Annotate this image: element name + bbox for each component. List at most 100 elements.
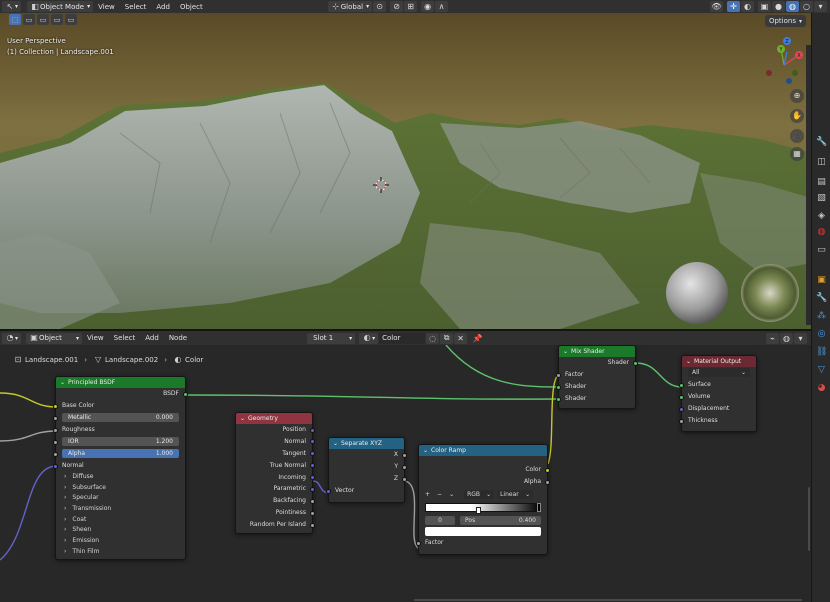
panel-subsurface[interactable]: › Subsurface [56, 483, 185, 494]
bsdf-output-socket[interactable] [183, 391, 188, 397]
target-dropdown[interactable]: All ⌄ [682, 367, 756, 379]
x-socket[interactable] [402, 452, 407, 458]
menu-add[interactable]: Add [140, 334, 164, 342]
particles-tab-icon[interactable]: ⁂ [816, 311, 827, 322]
remove-stop-icon[interactable]: − [437, 491, 442, 498]
color-ramp-gradient[interactable] [425, 501, 541, 514]
vertical-scrollbar[interactable] [808, 487, 810, 551]
menu-add[interactable]: Add [151, 3, 175, 11]
shading-solid-button[interactable]: ● [772, 1, 785, 12]
stop-index-field[interactable]: 0 [425, 515, 455, 525]
surface-socket[interactable] [679, 382, 684, 388]
orientation-dropdown[interactable]: ⊹ Global ▾ [327, 1, 373, 12]
gizmo-neg-z-icon[interactable] [786, 78, 792, 84]
metallic-field[interactable]: Metallic 0.000 [62, 413, 179, 422]
menu-select[interactable]: Select [109, 334, 141, 342]
material-output-node[interactable]: ⌄ Material Output All ⌄ Surface Volume D… [679, 355, 757, 432]
alpha-socket[interactable] [53, 451, 58, 457]
navigation-gizmo[interactable]: X Y Z [759, 35, 809, 93]
displacement-socket[interactable] [679, 406, 684, 412]
geometry-node[interactable]: ⌄ Geometry Position Normal Tangent True … [235, 412, 315, 534]
constraints-tab-icon[interactable]: ⛓ [816, 347, 827, 358]
menu-object[interactable]: Object [175, 3, 208, 11]
material-name-field[interactable]: Color [379, 332, 426, 344]
pan-hand-icon[interactable]: ✋ [790, 109, 804, 123]
panel-diffuse[interactable]: › Diffuse [56, 472, 185, 483]
ramp-stop-handle[interactable] [476, 507, 482, 514]
select-invert-icon[interactable]: ▭ [51, 14, 63, 25]
separate-xyz-node[interactable]: ⌄ Separate XYZ X Y Z Vector [326, 437, 407, 503]
3d-viewport[interactable]: ⬚ ▭ ▭ ▭ ▭ User Perspective (1) Collectio… [0, 13, 811, 329]
vector-socket[interactable] [326, 488, 331, 494]
modifier-tab-icon[interactable]: 🔧 [816, 293, 827, 304]
ortho-grid-icon[interactable]: ▦ [790, 147, 804, 161]
horizontal-scrollbar[interactable] [414, 599, 802, 601]
fake-user-icon[interactable]: ◌ [426, 332, 440, 344]
menu-view[interactable]: View [93, 3, 120, 11]
snap-toggle[interactable]: ⊘ [390, 1, 404, 12]
stop-pos-field[interactable]: Pos 0.400 [460, 515, 541, 525]
menu-select[interactable]: Select [120, 3, 152, 11]
position-socket[interactable] [310, 427, 315, 433]
panel-transmission[interactable]: › Transmission [56, 504, 185, 515]
shading-options-button[interactable]: ▾ [814, 1, 827, 12]
panel-specular[interactable]: › Specular [56, 493, 185, 504]
node-header[interactable]: ⌄ Geometry [236, 413, 312, 424]
select-intersect-icon[interactable]: ▭ [65, 14, 77, 25]
ior-socket[interactable] [53, 439, 58, 445]
base-color-socket[interactable] [53, 403, 58, 409]
z-socket[interactable] [402, 476, 407, 482]
zoom-icon[interactable]: ⊕ [790, 89, 804, 103]
metallic-socket[interactable] [53, 415, 58, 421]
render-tab-icon[interactable]: ◫ [816, 157, 827, 168]
node-header[interactable]: ⌄ Color Ramp [419, 445, 547, 456]
ramp-stop-handle[interactable] [537, 503, 541, 512]
shader-a-socket[interactable] [556, 384, 561, 390]
overlay-node-icon[interactable]: ◍ [780, 332, 793, 344]
options-button[interactable]: Options ▾ [764, 15, 806, 27]
world-tab-icon[interactable]: ◍ [816, 227, 827, 238]
random-per-island-socket[interactable] [310, 522, 315, 528]
color-output-socket[interactable] [545, 467, 550, 473]
snap-target-button[interactable]: ⊞ [404, 1, 418, 12]
tool-tab-icon[interactable]: 🔧 [816, 137, 827, 148]
mix-shader-node[interactable]: ⌄ Mix Shader Shader Factor Shader Shader [556, 345, 638, 409]
material-tab-icon[interactable]: ◕ [816, 383, 827, 394]
editor-type-button[interactable]: ◔ ▾ [2, 332, 22, 344]
editor-type-button[interactable]: ↖ ▾ [2, 1, 22, 12]
shader-b-socket[interactable] [556, 396, 561, 402]
camera-view-icon[interactable]: 🎥 [790, 129, 804, 143]
menu-view[interactable]: View [82, 334, 109, 342]
color-ramp-node[interactable]: ⌄ Color Ramp Color Alpha + − ⌄ RGB ⌄ Lin… [416, 444, 550, 555]
unlink-material-icon[interactable]: ✕ [454, 332, 468, 344]
output-tab-icon[interactable]: ▤ [816, 177, 827, 188]
select-box-icon[interactable]: ⬚ [9, 14, 21, 25]
principled-bsdf-node[interactable]: ⌄ Principled BSDF BSDF Base Color Metall… [53, 376, 188, 560]
proportional-edit-button[interactable]: ◉ [421, 1, 435, 12]
factor-socket[interactable] [416, 540, 421, 546]
panel-coat[interactable]: › Coat [56, 515, 185, 526]
volume-socket[interactable] [679, 394, 684, 400]
menu-node[interactable]: Node [164, 334, 192, 342]
roughness-socket[interactable] [53, 427, 58, 433]
thickness-socket[interactable] [679, 418, 684, 424]
add-stop-icon[interactable]: + [425, 491, 430, 498]
pivot-point-button[interactable]: ⊙ [373, 1, 387, 12]
gizmo-neg-y-icon[interactable] [792, 70, 798, 76]
ramp-menu-icon[interactable]: ⌄ [449, 491, 454, 498]
shading-rendered-button[interactable]: ○ [800, 1, 813, 12]
factor-socket[interactable] [556, 372, 561, 378]
scene-tab-icon[interactable]: ◈ [816, 211, 827, 222]
alpha-field[interactable]: Alpha 1.000 [62, 449, 179, 458]
overlay-options-icon[interactable]: ▾ [794, 332, 807, 344]
pointiness-socket[interactable] [310, 510, 315, 516]
duplicate-material-icon[interactable]: ⧉ [440, 332, 454, 344]
y-socket[interactable] [402, 464, 407, 470]
alpha-output-socket[interactable] [545, 479, 550, 485]
panel-thin-film[interactable]: › Thin Film [56, 547, 185, 558]
panel-emission[interactable]: › Emission [56, 536, 185, 547]
node-header[interactable]: ⌄ Separate XYZ [329, 438, 404, 449]
snap-node-icon[interactable]: ⌁ [766, 332, 779, 344]
stop-color-swatch[interactable] [419, 526, 547, 537]
overlays-button[interactable]: ◐ [741, 1, 754, 12]
